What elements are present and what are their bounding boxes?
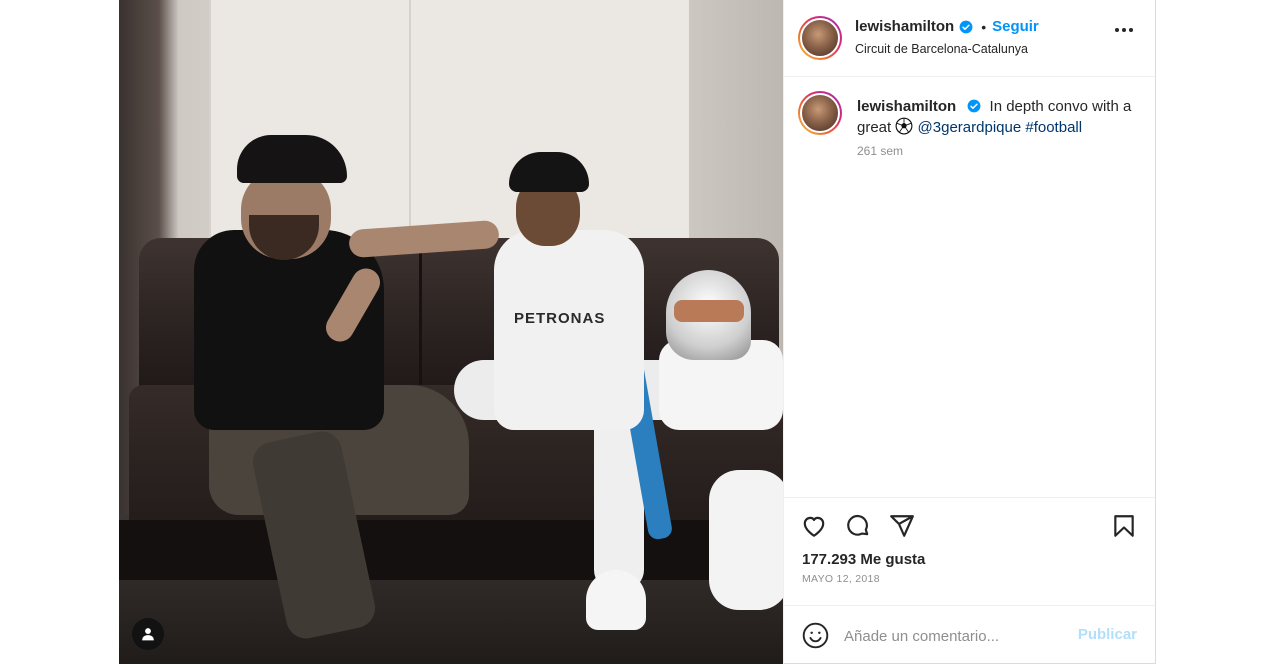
- caption-age: 261 sem: [857, 144, 904, 158]
- emoji-icon[interactable]: [802, 622, 829, 649]
- caption-username[interactable]: lewishamilton: [857, 98, 956, 115]
- instagram-post: PETRONAS lewishamilton • Seguir Circuit …: [119, 0, 1156, 664]
- post-date: MAYO 12, 2018: [802, 573, 880, 585]
- author-row: lewishamilton • Seguir: [855, 18, 1039, 35]
- comment-box: Publicar: [784, 605, 1155, 664]
- caption-hashtag-link[interactable]: #football: [1025, 119, 1082, 136]
- author-username[interactable]: lewishamilton: [855, 18, 954, 35]
- save-button[interactable]: [1110, 512, 1138, 540]
- heart-icon: [803, 516, 825, 537]
- helmet: [666, 270, 751, 360]
- comment-input[interactable]: [844, 624, 1064, 648]
- post-side-panel: lewishamilton • Seguir Circuit de Barcel…: [783, 0, 1155, 664]
- verified-badge-icon: [959, 20, 973, 34]
- post-location[interactable]: Circuit de Barcelona-Catalunya: [855, 42, 1028, 56]
- comment-button[interactable]: [844, 512, 872, 540]
- soccer-ball-icon: [895, 117, 913, 135]
- verified-badge-icon: [967, 99, 981, 113]
- caption-avatar[interactable]: [798, 91, 842, 135]
- separator-dot: •: [981, 18, 987, 35]
- caption-text: lewishamilton In depth convo with a grea…: [857, 96, 1137, 138]
- more-options-icon[interactable]: [1115, 28, 1133, 32]
- user-tag-button[interactable]: [132, 618, 164, 650]
- post-actions: 177.293 Me gusta MAYO 12, 2018: [784, 497, 1155, 605]
- share-button[interactable]: [888, 512, 916, 540]
- post-header: lewishamilton • Seguir Circuit de Barcel…: [784, 0, 1155, 77]
- like-button[interactable]: [800, 512, 828, 540]
- publish-button[interactable]: Publicar: [1078, 626, 1137, 643]
- caption-mention-link[interactable]: @3gerardpique: [918, 119, 1022, 136]
- suit-logo: PETRONAS: [514, 310, 606, 327]
- follow-button[interactable]: Seguir: [992, 18, 1039, 35]
- post-photo[interactable]: PETRONAS: [119, 0, 783, 664]
- cloth: [709, 470, 783, 610]
- user-tag-icon: [142, 628, 154, 641]
- bookmark-icon: [1114, 515, 1134, 537]
- comment-icon: [847, 514, 869, 536]
- share-icon: [890, 515, 914, 537]
- author-avatar[interactable]: [798, 16, 842, 60]
- like-count[interactable]: 177.293 Me gusta: [802, 551, 925, 568]
